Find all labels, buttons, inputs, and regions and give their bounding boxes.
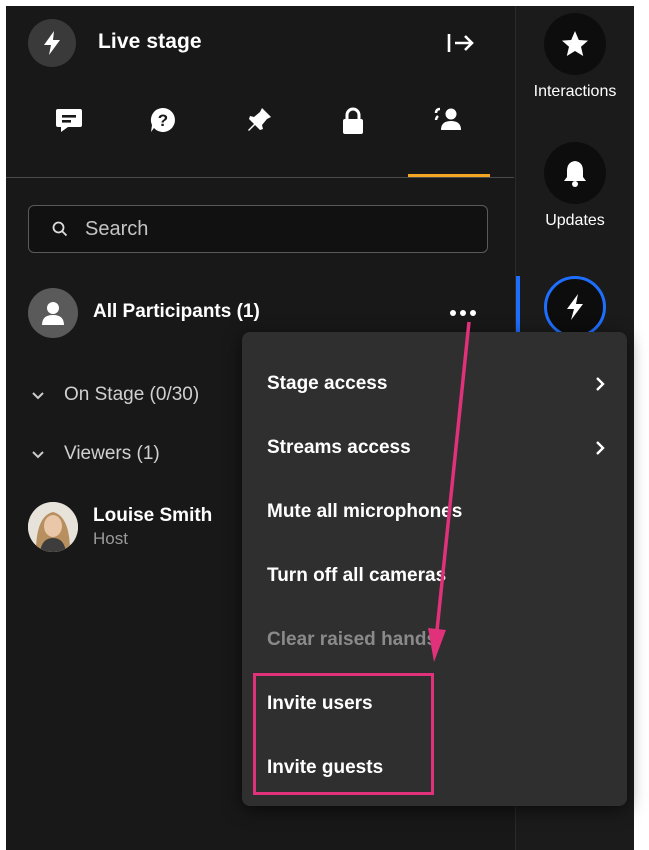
tab-bar: ? xyxy=(6,106,490,178)
section-label: On Stage (0/30) xyxy=(64,384,200,406)
divider xyxy=(6,177,514,178)
svg-text:?: ? xyxy=(158,111,168,130)
chevron-right-icon xyxy=(595,439,605,461)
tab-pinned[interactable] xyxy=(234,106,284,166)
search-icon xyxy=(52,221,68,242)
user-icon xyxy=(42,302,64,325)
chevron-down-icon xyxy=(32,384,50,406)
exit-icon[interactable] xyxy=(444,29,478,57)
lightning-icon xyxy=(544,276,606,338)
participants-label: All Participants (1) xyxy=(93,301,260,322)
participant-role: Host xyxy=(93,529,128,548)
chevron-down-icon xyxy=(32,443,50,465)
search-input[interactable] xyxy=(85,206,465,252)
pin-icon xyxy=(245,106,273,139)
tab-chat[interactable] xyxy=(44,106,94,166)
rail-label: Interactions xyxy=(533,83,617,100)
tab-lock[interactable] xyxy=(328,106,378,166)
ellipsis-icon xyxy=(450,310,476,316)
section-on-stage[interactable]: On Stage (0/30) xyxy=(32,384,199,406)
rail-label: Updates xyxy=(545,212,605,229)
bell-icon xyxy=(544,142,606,204)
participants-icon xyxy=(433,106,465,139)
menu-item-clear-raised-hands: Clear raised hands xyxy=(267,629,438,650)
avatar xyxy=(28,502,78,552)
tab-participants[interactable] xyxy=(424,106,474,166)
chat-icon xyxy=(54,106,84,139)
annotation-highlight-box xyxy=(253,673,434,795)
rail-item-live-stage[interactable] xyxy=(516,276,634,338)
menu-item-mute-microphones[interactable]: Mute all microphones xyxy=(267,501,607,523)
menu-item-stage-access[interactable]: Stage access xyxy=(267,373,607,395)
all-participants-row[interactable]: All Participants (1) xyxy=(28,288,498,338)
search-box[interactable] xyxy=(28,205,488,253)
lock-icon xyxy=(340,106,366,141)
rail-item-updates[interactable]: Updates xyxy=(516,142,634,230)
rail-item-interactions[interactable]: Interactions xyxy=(516,13,634,101)
question-icon: ? xyxy=(149,106,177,139)
panel-title: Live stage xyxy=(98,30,202,53)
tab-questions[interactable]: ? xyxy=(138,106,188,166)
more-options-button[interactable] xyxy=(446,302,480,324)
menu-item-turn-off-cameras[interactable]: Turn off all cameras xyxy=(267,565,607,587)
avatar xyxy=(28,288,78,338)
section-label: Viewers (1) xyxy=(64,443,160,465)
menu-item-label: Streams access xyxy=(267,437,411,458)
chevron-right-icon xyxy=(595,375,605,397)
section-viewers[interactable]: Viewers (1) xyxy=(32,443,160,465)
star-icon xyxy=(544,13,606,75)
participant-name: Louise Smith xyxy=(93,505,213,526)
menu-item-label: Stage access xyxy=(267,373,388,394)
menu-item-streams-access[interactable]: Streams access xyxy=(267,437,607,459)
lightning-icon xyxy=(28,19,76,67)
